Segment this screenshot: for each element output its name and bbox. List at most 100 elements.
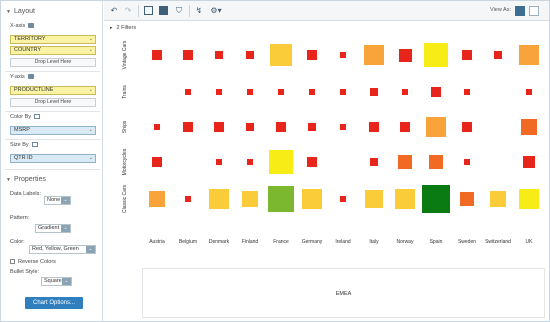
heatmap-cell[interactable] (307, 50, 317, 60)
heatmap-cell[interactable] (370, 158, 378, 166)
reverse-colors-checkbox[interactable] (10, 259, 15, 264)
filter-icon[interactable]: ⛉ (174, 6, 184, 16)
heatmap-cell[interactable] (152, 157, 162, 167)
heatmap-cell[interactable] (397, 154, 413, 170)
heatmap-cell[interactable] (152, 50, 162, 60)
heatmap-cell[interactable] (400, 122, 410, 132)
table-view-icon[interactable] (529, 6, 539, 16)
heatmap-cell[interactable] (340, 89, 346, 95)
pattern-select[interactable]: Gradient ⌄ (35, 224, 71, 233)
heatmap-cell[interactable] (461, 121, 473, 133)
heatmap-cell[interactable] (242, 191, 258, 207)
heatmap-cell[interactable] (246, 158, 254, 166)
chevron-down-icon[interactable]: ⌄ (62, 278, 71, 285)
data-labels-select[interactable]: None ⌄ (44, 196, 71, 205)
color-label: Color: (10, 239, 25, 245)
heatmap-cell[interactable] (523, 156, 535, 168)
heatmap-cell[interactable] (490, 191, 506, 207)
heatmap-cell[interactable] (184, 195, 192, 203)
heatmap-cell[interactable] (364, 45, 384, 65)
chevron-down-icon[interactable]: ⌄ (86, 246, 95, 253)
heatmap-cell[interactable] (215, 88, 223, 96)
data-table-icon[interactable] (159, 6, 168, 15)
heatmap-cell[interactable] (183, 50, 193, 60)
heatmap-cell[interactable] (182, 121, 194, 133)
heatmap-cell[interactable] (275, 121, 287, 133)
heatmap-cell[interactable] (213, 121, 225, 133)
heatmap-cell[interactable] (463, 88, 471, 96)
heatmap-cell[interactable] (340, 52, 346, 58)
chevron-down-icon[interactable]: ⌄ (89, 36, 93, 43)
color-by-field-msrp[interactable]: MSRP ⌄ (10, 126, 96, 135)
heatmap-cell[interactable] (209, 189, 229, 209)
heatmap-cell[interactable] (184, 88, 192, 96)
heatmap-cell[interactable] (153, 123, 161, 131)
heatmap-cell[interactable] (268, 186, 294, 212)
heatmap-cell[interactable] (246, 123, 254, 131)
x-axis-field-country[interactable]: COUNTRY ⌄ (10, 46, 96, 55)
heatmap-cell[interactable] (301, 188, 323, 210)
y-axis-field-productline[interactable]: PRODUCTLINE ⌄ (10, 86, 96, 95)
heatmap-cell[interactable] (398, 48, 412, 62)
heatmap-cell[interactable] (370, 88, 378, 96)
heatmap-cell[interactable] (525, 88, 533, 96)
heatmap-cell[interactable] (462, 50, 472, 60)
chevron-right-icon: ▸ (110, 25, 113, 31)
heatmap-cell[interactable] (309, 89, 315, 95)
y-axis-drop-zone[interactable]: Drop Level Here (10, 98, 96, 107)
heatmap-cell[interactable] (425, 116, 447, 138)
redo-icon[interactable]: ↷ (123, 6, 133, 16)
heatmap-cell[interactable] (519, 45, 539, 65)
heatmap-cell[interactable] (340, 196, 346, 202)
heatmap-cell[interactable] (401, 88, 409, 96)
heatmap-cell[interactable] (464, 159, 470, 165)
heatmap-cell[interactable] (430, 86, 442, 98)
chevron-down-icon[interactable]: ⌄ (89, 47, 93, 54)
heatmap-cell[interactable] (340, 124, 346, 130)
chart-view-icon[interactable] (515, 6, 525, 16)
heatmap-cell[interactable] (421, 184, 451, 214)
bullet-style-select[interactable]: Square ⌄ (41, 277, 72, 286)
heatmap-cell[interactable] (459, 191, 475, 207)
color-select[interactable]: Red, Yellow, Green ⌄ (29, 245, 96, 254)
heatmap-cell[interactable] (521, 119, 537, 135)
heatmap-cell[interactable] (308, 123, 316, 131)
heatmap-cell[interactable] (149, 191, 165, 207)
heatmap-cell[interactable] (369, 122, 379, 132)
x-axis-label-text: X-axis (10, 23, 26, 29)
chevron-down-icon[interactable]: ⌄ (89, 87, 93, 94)
heatmap-cell[interactable] (428, 154, 444, 170)
field-label: TERRITORY (14, 36, 46, 42)
chart-type-icon[interactable]: ↯ (194, 6, 204, 16)
size-by-field-qtr-id[interactable]: QTR ID ⌄ (10, 154, 96, 163)
heatmap-cell[interactable] (423, 42, 449, 68)
heatmap-cell[interactable] (269, 43, 293, 67)
filters-toggle[interactable]: ▸ 2 Filters (110, 25, 136, 31)
properties-section-header[interactable]: ▼ Properties (6, 176, 46, 183)
field-label: QTR ID (14, 155, 33, 161)
heatmap-cell[interactable] (246, 88, 254, 96)
heatmap-cell[interactable] (215, 51, 223, 59)
chevron-down-icon[interactable]: ⌄ (61, 225, 70, 232)
settings-icon[interactable]: ⚙▾ (209, 6, 223, 16)
x-axis-field-territory[interactable]: TERRITORY ⌄ (10, 35, 96, 44)
heatmap-cell[interactable] (307, 157, 317, 167)
chevron-down-icon[interactable]: ⌄ (89, 155, 93, 162)
heatmap-cell[interactable] (364, 189, 384, 209)
heatmap-cell[interactable] (394, 188, 416, 210)
layout-section-header[interactable]: ▼ Layout (6, 8, 35, 15)
chevron-down-icon[interactable]: ⌄ (89, 127, 93, 134)
heatmap-cell[interactable] (269, 150, 293, 174)
heatmap-cell[interactable] (246, 51, 254, 59)
layers-icon (27, 74, 34, 80)
chevron-down-icon[interactable]: ⌄ (61, 197, 70, 204)
heatmap-cell[interactable] (518, 188, 540, 210)
layout-panel-icon[interactable] (144, 6, 153, 15)
heatmap-cell[interactable] (494, 51, 502, 59)
undo-icon[interactable]: ↶ (109, 6, 119, 16)
x-group-label: EMEA (335, 291, 352, 297)
heatmap-cell[interactable] (215, 158, 223, 166)
x-axis-drop-zone[interactable]: Drop Level Here (10, 58, 96, 67)
chart-options-button[interactable]: Chart Options... (25, 297, 83, 309)
heatmap-cell[interactable] (277, 88, 285, 96)
